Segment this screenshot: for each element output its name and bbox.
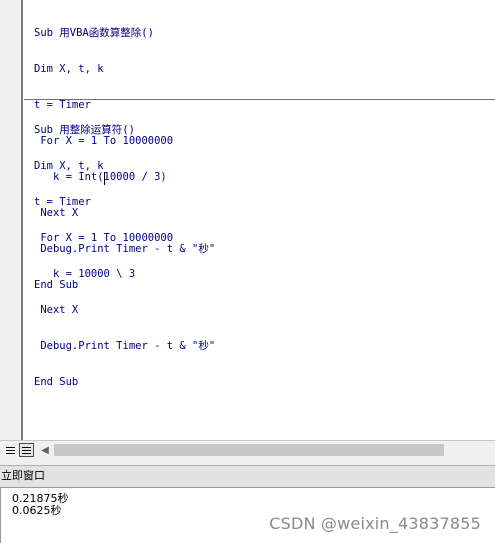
margin-divider bbox=[21, 0, 23, 440]
immediate-window-title[interactable]: 立即窗口 bbox=[0, 465, 495, 488]
full-module-view-icon-line bbox=[22, 449, 31, 451]
watermark: CSDN @weixin_43837855 bbox=[269, 514, 481, 533]
procedure-view-icon bbox=[6, 446, 15, 448]
procedure-view-button[interactable] bbox=[3, 443, 18, 457]
horizontal-scrollbar[interactable] bbox=[54, 443, 484, 457]
full-module-view-icon-line bbox=[22, 452, 31, 454]
code-line[interactable]: Debug.Print Timer - t & "秒" bbox=[34, 340, 215, 352]
code-line[interactable]: End Sub bbox=[34, 376, 215, 388]
code-line[interactable]: Next X bbox=[34, 304, 215, 316]
margin-indicator-bar[interactable] bbox=[0, 0, 23, 440]
text-cursor bbox=[104, 172, 105, 185]
full-module-view-icon bbox=[22, 446, 31, 448]
code-line[interactable]: Dim X, t, k bbox=[34, 63, 215, 75]
code-line[interactable]: Sub 用整除运算符() bbox=[34, 124, 215, 136]
procedure-2[interactable]: Sub 用整除运算符() Dim X, t, k t = Timer For X… bbox=[34, 100, 215, 412]
procedure-view-icon-line bbox=[6, 452, 15, 454]
code-line[interactable]: k = 10000 \ 3 bbox=[34, 268, 215, 280]
code-line[interactable]: Sub 用VBA函数算整除() bbox=[34, 27, 215, 39]
horizontal-scroll-thumb[interactable] bbox=[54, 444, 444, 456]
procedure-view-icon-line bbox=[6, 449, 15, 451]
scroll-left-button[interactable]: ◀ bbox=[38, 443, 52, 457]
immediate-output-line: 0.0625秒 bbox=[12, 504, 62, 517]
full-module-view-button[interactable] bbox=[19, 443, 34, 457]
code-line[interactable]: For X = 1 To 10000000 bbox=[34, 232, 215, 244]
scroll-left-arrow-icon: ◀ bbox=[41, 444, 49, 456]
editor-bottom-bar: ◀ bbox=[0, 440, 495, 460]
code-editor[interactable]: Sub 用VBA函数算整除() Dim X, t, k t = Timer Fo… bbox=[0, 0, 495, 459]
code-line[interactable]: t = Timer bbox=[34, 196, 215, 208]
code-line[interactable]: Dim X, t, k bbox=[34, 160, 215, 172]
